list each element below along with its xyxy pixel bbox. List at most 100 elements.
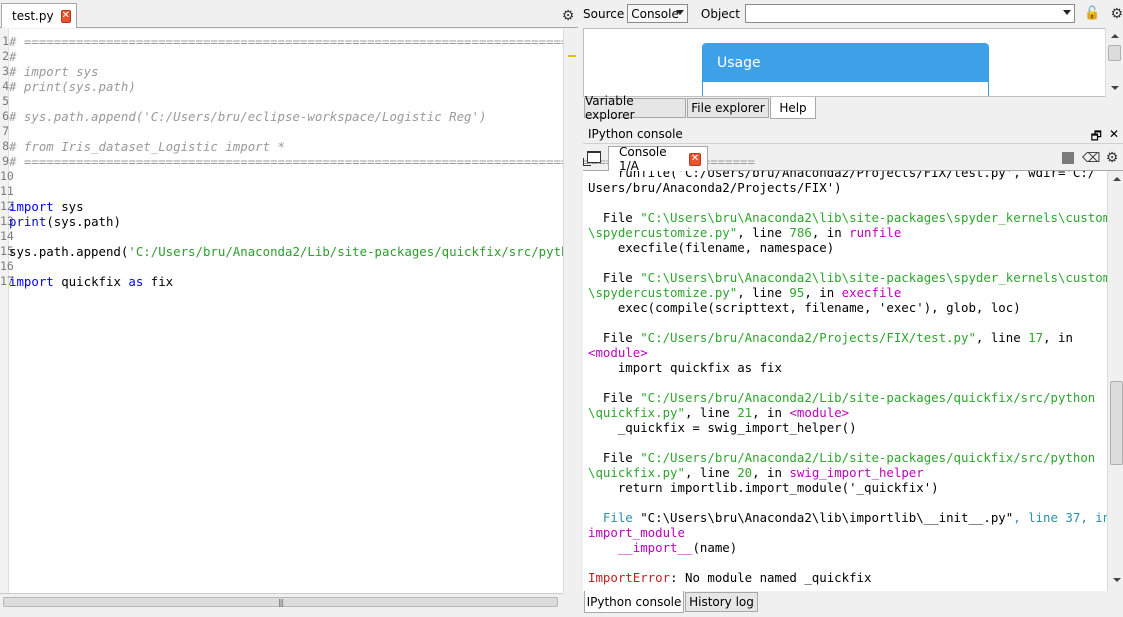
editor-tabbar: test.py ✕ ⚙ xyxy=(0,0,578,28)
code-token: \quickfix.py" xyxy=(588,465,685,480)
scroll-up-icon[interactable] xyxy=(1111,34,1119,38)
console-line: \spydercustomize.py", line 95, in execfi… xyxy=(588,285,901,300)
line-number: 11 xyxy=(0,184,14,198)
tab-history-log[interactable]: History log xyxy=(685,592,758,612)
code-token: runfile('C:/Users/bru/Anaconda2/Projects… xyxy=(588,171,1096,180)
tab-file-explorer[interactable]: File explorer xyxy=(687,98,769,118)
code-token: , line 37, in xyxy=(1013,510,1107,525)
code-token: , line xyxy=(684,405,738,420)
console-scroll-thumb[interactable] xyxy=(1110,381,1123,465)
scroll-grip-icon: ||| xyxy=(277,598,284,607)
code-token: exec(compile(scripttext, filename, 'exec… xyxy=(588,300,1021,315)
code-token: fix xyxy=(143,274,174,289)
console-line: return importlib.import_module('_quickfi… xyxy=(588,480,939,495)
code-token: import xyxy=(9,199,54,214)
code-token: _quickfix = swig_import_helper() xyxy=(588,420,857,435)
code-token: (name) xyxy=(692,540,738,555)
code-editor[interactable]: 1 # =====================================… xyxy=(0,29,755,593)
line-number: 10 xyxy=(0,169,14,183)
console-line: File "C:/Users/bru/Anaconda2/Projects/FI… xyxy=(588,330,1073,345)
console-line: File "C:\Users\bru\Anaconda2\lib\site-pa… xyxy=(588,210,1107,225)
code-token: 17 xyxy=(1028,330,1044,345)
code-token: sys xyxy=(53,199,84,214)
editor-tab-label: test.py xyxy=(12,9,54,23)
code-token: print xyxy=(9,214,47,229)
help-vertical-scrollbar[interactable] xyxy=(1105,28,1123,97)
folder-icon[interactable] xyxy=(583,151,601,166)
horizontal-scroll-thumb[interactable]: ||| xyxy=(3,597,558,607)
code-token: \spydercustomize.py" xyxy=(588,225,738,240)
help-scroll-thumb[interactable] xyxy=(1108,45,1121,61)
eraser-icon[interactable]: ⌫ xyxy=(1082,151,1100,166)
code-text: import sys xyxy=(9,199,84,214)
close-tab-icon[interactable]: ✕ xyxy=(60,9,71,23)
code-line: 3 # import sys xyxy=(0,64,563,79)
code-token: "C:/Users/bru/Anaconda2/Lib/site-package… xyxy=(640,450,1096,465)
line-number: 17 xyxy=(0,274,14,288)
code-token: # sys.path.append('C:/Users/bru/eclipse-… xyxy=(9,109,487,124)
line-number: 14 xyxy=(0,229,14,243)
code-token: "C:\Users\bru\Anaconda2\lib\site-package… xyxy=(640,270,1107,285)
line-number: 8 xyxy=(2,139,9,153)
code-text: # print(sys.path) xyxy=(9,79,136,94)
code-token: , line xyxy=(737,285,790,300)
gear-icon[interactable]: ⚙ xyxy=(1110,6,1123,22)
editor-horizontal-scrollbar[interactable]: ||| xyxy=(0,593,563,609)
code-token: File xyxy=(588,450,641,465)
console-tabbar: Console 1/A ✕ ⌫ ⚙ xyxy=(583,145,1123,173)
stop-icon[interactable] xyxy=(1062,152,1074,164)
code-token: sys.path.append( xyxy=(9,244,129,259)
code-line: 14 xyxy=(0,229,563,244)
code-token: , in xyxy=(811,225,850,240)
code-token: # from Iris_dataset_Logistic import * xyxy=(9,139,286,154)
console-line: exec(compile(scripttext, filename, 'exec… xyxy=(588,300,1021,315)
console-line: <module> xyxy=(588,345,648,360)
console-bottom-tabbar: IPython console History log xyxy=(583,591,1123,613)
close-tab-icon[interactable]: ✕ xyxy=(689,152,701,166)
line-number: 9 xyxy=(2,154,9,168)
code-token: as xyxy=(128,274,144,289)
scroll-down-icon[interactable] xyxy=(1111,86,1119,90)
help-tabbar: Variable explorer File explorer Help xyxy=(583,94,1123,122)
tab-ipython-console[interactable]: IPython console xyxy=(584,591,684,613)
code-token: # xyxy=(9,49,17,64)
scroll-down-icon[interactable] xyxy=(1113,578,1121,582)
tab-help[interactable]: Help xyxy=(770,97,816,119)
code-token: , line xyxy=(684,465,738,480)
console-line: __import__(name) xyxy=(588,540,737,555)
code-token: quickfix xyxy=(53,274,129,289)
line-number: 1 xyxy=(2,34,9,48)
source-select-value: Console xyxy=(631,6,679,21)
console-line: Users/bru/Anaconda2/Projects/FIX') xyxy=(588,180,842,195)
object-label: Object xyxy=(700,6,740,21)
source-select[interactable]: Console xyxy=(627,4,688,23)
help-viewer: Usage xyxy=(583,28,1123,97)
code-token: 21 xyxy=(737,405,753,420)
console-output[interactable]: runfile('C:/Users/bru/Anaconda2/Projects… xyxy=(583,171,1107,591)
source-label: Source xyxy=(583,6,625,21)
code-line: 5 xyxy=(0,94,563,109)
code-token: "C:/Users/bru/Anaconda2/Projects/FIX/tes… xyxy=(640,330,976,345)
lock-icon[interactable]: 🔓 xyxy=(1084,6,1100,21)
object-combo[interactable] xyxy=(744,4,1076,23)
editor-tab-test-py[interactable]: test.py ✕ xyxy=(1,3,77,28)
code-token: , line xyxy=(737,225,790,240)
code-token: 20 xyxy=(737,465,753,480)
line-number: 2 xyxy=(2,49,9,63)
gear-icon[interactable]: ⚙ xyxy=(1105,151,1119,165)
console-vertical-scrollbar[interactable] xyxy=(1107,171,1123,591)
code-token: File xyxy=(588,510,641,525)
scroll-up-icon[interactable] xyxy=(1113,177,1121,181)
tab-variable-explorer[interactable]: Variable explorer xyxy=(584,94,686,122)
code-line: 13 print(sys.path) xyxy=(0,214,563,229)
gear-icon[interactable]: ⚙ xyxy=(561,9,575,23)
code-text: sys.path.append('C:/Users/bru/Anaconda2/… xyxy=(9,244,598,259)
code-line: 12 import sys xyxy=(0,199,563,214)
code-token: (sys.path) xyxy=(46,214,121,229)
code-line: 7 xyxy=(0,124,563,139)
code-text: # xyxy=(9,49,16,64)
chevron-down-icon[interactable] xyxy=(1063,10,1072,15)
code-token: : No module named _quickfix xyxy=(670,570,872,585)
console-tab[interactable]: Console 1/A ✕ xyxy=(608,145,708,173)
editor-vertical-scrollbar[interactable] xyxy=(563,29,578,593)
